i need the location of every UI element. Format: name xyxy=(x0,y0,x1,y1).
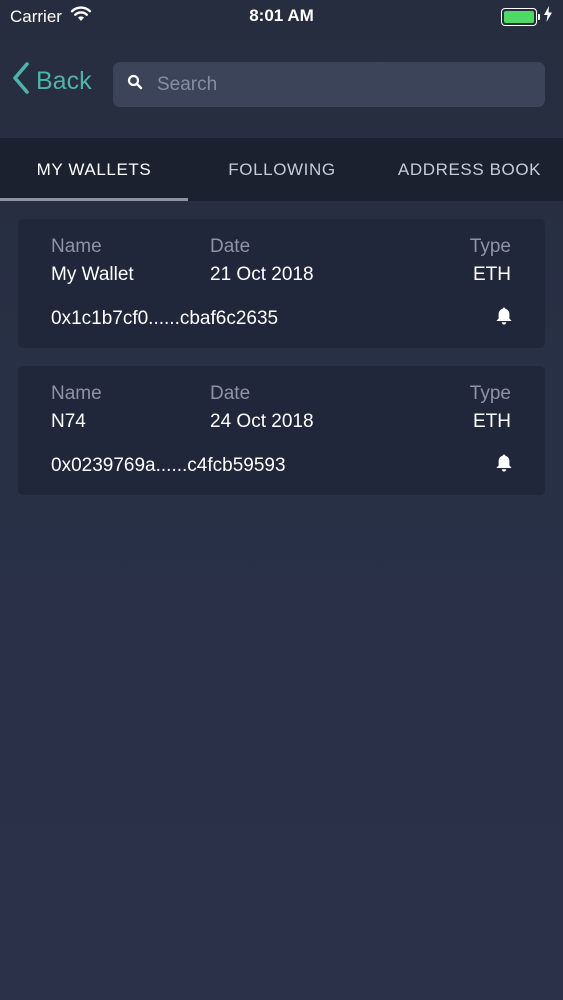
tab-label: ADDRESS BOOK xyxy=(397,159,542,179)
search-input[interactable] xyxy=(157,73,537,96)
search-bar[interactable] xyxy=(113,62,545,107)
nav-bar: Back xyxy=(0,32,563,138)
bell-icon[interactable] xyxy=(495,306,513,331)
tab-label: MY WALLETS xyxy=(36,159,152,179)
tab-my-wallets[interactable]: MY WALLETS xyxy=(0,138,188,201)
back-label: Back xyxy=(36,67,92,95)
status-bar: Carrier 8:01 AM xyxy=(0,0,563,32)
tab-bar: MY WALLETS FOLLOWING ADDRESS BOOK xyxy=(0,138,563,201)
wallet-address: 0x1c1b7cf0......cbaf6c2635 xyxy=(51,308,279,329)
wallet-name: N74 xyxy=(51,411,86,432)
wallet-card[interactable]: Name Date Type N74 24 Oct 2018 ETH 0x023… xyxy=(18,366,545,495)
wallet-date: 21 Oct 2018 xyxy=(210,264,314,285)
name-header: Name xyxy=(51,236,102,257)
wallet-date: 24 Oct 2018 xyxy=(210,411,314,432)
chevron-left-icon xyxy=(12,62,30,101)
wallet-name: My Wallet xyxy=(51,264,134,285)
bell-icon[interactable] xyxy=(495,453,513,478)
name-header: Name xyxy=(51,383,102,404)
active-tab-indicator xyxy=(0,198,188,201)
battery-level xyxy=(504,10,534,23)
status-right xyxy=(501,6,553,27)
search-icon xyxy=(127,74,143,95)
wallet-type: ETH xyxy=(473,264,511,285)
tab-label: FOLLOWING xyxy=(228,159,336,179)
charging-icon xyxy=(543,6,553,27)
wallet-address: 0x0239769a......c4fcb59593 xyxy=(51,455,286,476)
date-header: Date xyxy=(210,236,251,257)
status-time: 8:01 AM xyxy=(249,6,314,25)
battery-icon xyxy=(501,7,540,26)
type-header: Type xyxy=(469,236,511,257)
wallet-type: ETH xyxy=(473,411,511,432)
back-button[interactable]: Back xyxy=(12,62,92,101)
tab-address-book[interactable]: ADDRESS BOOK xyxy=(376,138,563,201)
tab-following[interactable]: FOLLOWING xyxy=(188,138,376,201)
wallet-card[interactable]: Name Date Type My Wallet 21 Oct 2018 ETH… xyxy=(18,219,545,348)
type-header: Type xyxy=(469,383,511,404)
date-header: Date xyxy=(210,383,251,404)
